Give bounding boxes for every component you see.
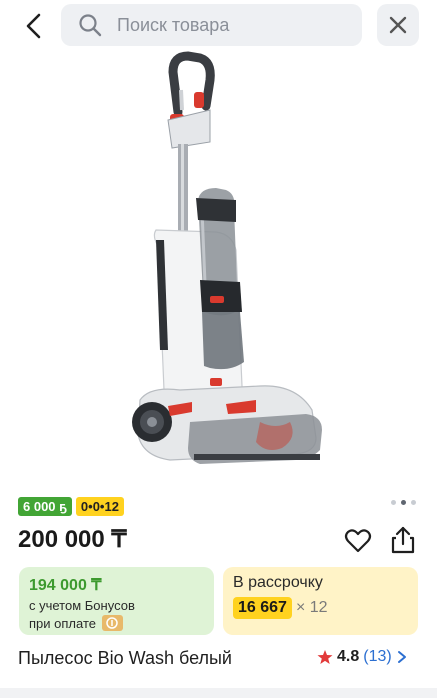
- product-title: Пылесос Bio Wash белый: [18, 648, 232, 668]
- installment-monthly: 16 667: [233, 597, 292, 619]
- bonus-note-line1: с учетом Бонусов: [29, 598, 135, 613]
- heart-icon: [344, 529, 372, 553]
- installment-months: × 12: [295, 599, 328, 616]
- back-button[interactable]: [18, 10, 50, 42]
- chevron-right-icon: [397, 651, 406, 663]
- section-divider: [0, 688, 437, 698]
- bonus-badge: 6 000 ҕ: [18, 497, 72, 516]
- search-icon: [77, 12, 103, 38]
- installment-badge: 0•0•12: [75, 497, 124, 516]
- product-price: 200 000 ₸: [18, 526, 127, 553]
- pager-dot-active[interactable]: [401, 500, 406, 505]
- product-image[interactable]: [60, 50, 380, 490]
- installment-card[interactable]: В рассрочку 16 667 × 12: [223, 567, 418, 635]
- bonus-note-line2: при оплате: [29, 615, 96, 631]
- back-arrow-icon: [26, 13, 41, 39]
- gallery-pager: [391, 500, 416, 505]
- close-button[interactable]: [377, 4, 419, 46]
- bonus-note-line2-row: при оплате: [29, 615, 123, 631]
- rating-value: 4.8: [337, 648, 360, 665]
- star-icon: [317, 650, 333, 664]
- share-button[interactable]: [388, 525, 418, 555]
- kaspi-bonus-icon: [101, 615, 123, 631]
- promo-badges: 6 000 ҕ 0•0•12: [18, 497, 124, 516]
- share-icon: [391, 526, 415, 554]
- close-icon: [389, 16, 407, 34]
- review-count: (13): [363, 648, 392, 665]
- installment-title: В рассрочку: [233, 574, 323, 591]
- installment-row: 16 667 × 12: [233, 597, 328, 619]
- search-box[interactable]: [61, 4, 362, 46]
- search-input[interactable]: [115, 13, 339, 37]
- favorite-button[interactable]: [343, 526, 373, 556]
- rating-link[interactable]: 4.8 (13): [317, 648, 408, 666]
- pager-dot[interactable]: [391, 500, 396, 505]
- pager-dot[interactable]: [411, 500, 416, 505]
- bonus-price-card[interactable]: 194 000 ₸ с учетом Бонусов при оплате: [19, 567, 214, 635]
- bonus-price: 194 000 ₸: [29, 577, 102, 594]
- top-bar: [0, 0, 437, 52]
